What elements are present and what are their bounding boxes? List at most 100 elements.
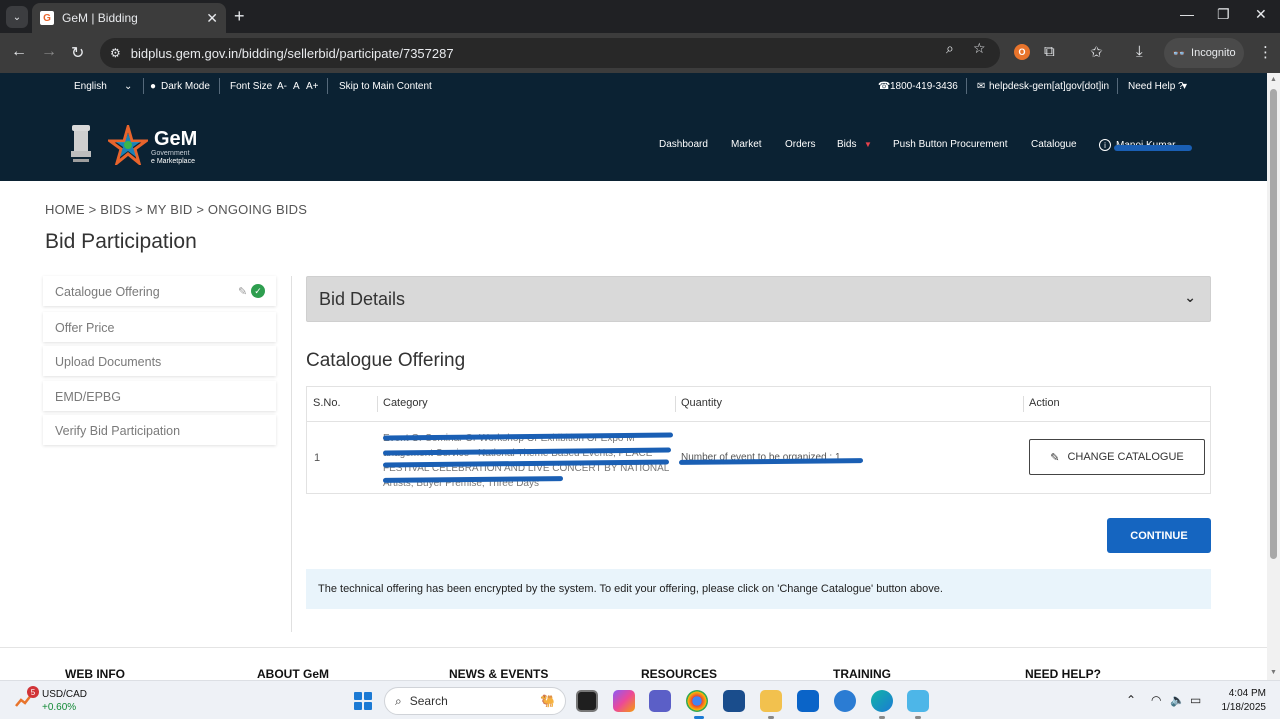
gem-header: English ⌄ ● Dark Mode Font Size A- A A+ … [0, 73, 1267, 181]
outlook-icon[interactable] [797, 690, 819, 712]
encryption-info-message: The technical offering has been encrypte… [306, 569, 1211, 609]
phone-icon: ☎ [878, 81, 891, 92]
check-icon: ✓ [251, 284, 265, 298]
nav-market[interactable]: Market [731, 139, 762, 150]
dark-mode-dot-icon[interactable]: ● [150, 81, 156, 92]
chrome-icon[interactable] [686, 690, 708, 712]
footer-divider [0, 647, 1267, 648]
nav-push-button-procurement[interactable]: Push Button Procurement [893, 139, 1008, 150]
sidebar-item-emd-epbg[interactable]: EMD/EPBG [43, 381, 276, 411]
helpdesk-email[interactable]: helpdesk-gem[at]gov[dot]in [989, 81, 1109, 92]
sidebar-item-verify-bid[interactable]: Verify Bid Participation [43, 415, 276, 445]
user-icon[interactable]: i [1099, 139, 1111, 151]
nav-orders[interactable]: Orders [785, 139, 816, 150]
minimize-icon[interactable]: — [1180, 6, 1194, 22]
scroll-down-icon[interactable]: ▼ [1270, 669, 1277, 676]
forward-arrow-icon[interactable]: → [41, 43, 57, 61]
skip-to-content-link[interactable]: Skip to Main Content [339, 81, 432, 92]
font-increase-button[interactable]: A+ [306, 81, 319, 92]
nav-bids[interactable]: Bids [837, 139, 856, 150]
download-icon[interactable]: ⤓ [1136, 43, 1143, 60]
catalogue-table: S.No. Category Quantity Action 1 Event O… [306, 386, 1211, 494]
browser-tab-bar: ⌄ G GeM | Bidding ✕ + — ❐ ✕ [0, 0, 1280, 33]
browser-tab[interactable]: G GeM | Bidding ✕ [32, 3, 226, 33]
caret-down-icon[interactable]: ▾ [1182, 81, 1187, 92]
row-sno: 1 [314, 452, 321, 464]
edge-icon[interactable] [871, 690, 893, 712]
bookmarks-icon[interactable]: ✩ [1090, 43, 1103, 61]
site-info-icon[interactable]: ⚙ [110, 46, 121, 60]
new-tab-icon[interactable]: + [234, 6, 245, 27]
url-text[interactable]: bidplus.gem.gov.in/bidding/sellerbid/par… [131, 46, 454, 61]
teams-icon[interactable] [649, 690, 671, 712]
tab-search-menu-button[interactable]: ⌄ [6, 6, 28, 28]
safari-like-icon[interactable] [834, 690, 856, 712]
taskbar-time[interactable]: 4:04 PM [1222, 688, 1266, 699]
breadcrumb[interactable]: HOME > BIDS > MY BID > ONGOING BIDS [45, 202, 307, 217]
font-decrease-button[interactable]: A- [277, 81, 287, 92]
battery-icon[interactable]: ▭ [1190, 693, 1201, 707]
font-normal-button[interactable]: A [293, 81, 300, 92]
change-catalogue-button[interactable]: ✎ CHANGE CATALOGUE [1029, 439, 1205, 475]
taskbar-search[interactable]: ⌕ Search 🐫 [384, 687, 566, 715]
search-highlight-icon: 🐫 [540, 694, 555, 708]
back-arrow-icon[interactable]: ← [11, 43, 27, 61]
maximize-icon[interactable]: ❐ [1217, 6, 1230, 23]
footer-training[interactable]: TRAINING [833, 667, 891, 681]
address-bar[interactable]: ⚙ bidplus.gem.gov.in/bidding/sellerbid/p… [100, 38, 1000, 68]
browser-toolbar: ← → ↻ ⚙ bidplus.gem.gov.in/bidding/selle… [0, 33, 1280, 73]
nav-dashboard[interactable]: Dashboard [659, 139, 708, 150]
catalogue-offering-title: Catalogue Offering [306, 350, 466, 371]
dark-mode-toggle[interactable]: Dark Mode [161, 81, 210, 92]
pencil-icon[interactable]: ✎ [238, 285, 247, 298]
scroll-up-icon[interactable]: ▲ [1270, 76, 1277, 83]
scroll-thumb[interactable] [1270, 89, 1277, 559]
bookmark-star-icon[interactable]: ☆ [973, 40, 986, 57]
nav-catalogue[interactable]: Catalogue [1031, 139, 1077, 150]
bids-caret-icon[interactable]: ▼ [864, 140, 872, 149]
pencil-icon: ✎ [1050, 451, 1060, 464]
helpline-phone[interactable]: 1800-419-3436 [890, 81, 958, 92]
zoom-icon[interactable]: ⌕ [946, 40, 954, 57]
reload-icon[interactable]: ↻ [71, 43, 84, 63]
chevron-down-icon[interactable]: ⌄ [124, 81, 132, 92]
copilot-icon[interactable] [613, 690, 635, 712]
change-catalogue-label: CHANGE CATALOGUE [1067, 451, 1184, 463]
need-help-dropdown[interactable]: Need Help ? [1128, 81, 1184, 92]
font-size-label: Font Size [230, 81, 273, 92]
file-explorer-icon[interactable] [760, 690, 782, 712]
store-icon[interactable] [723, 690, 745, 712]
sidebar-item-upload-documents[interactable]: Upload Documents [43, 346, 276, 376]
tab-close-icon[interactable]: ✕ [206, 10, 218, 27]
national-emblem-icon [71, 125, 91, 162]
tray-overflow-icon[interactable]: ⌃ [1126, 693, 1136, 707]
utility-bar: English ⌄ ● Dark Mode Font Size A- A A+ … [0, 73, 1267, 99]
browser-menu-icon[interactable]: ⋮ [1258, 43, 1273, 61]
page-scrollbar[interactable]: ▲ ▼ [1267, 73, 1280, 680]
footer-news-events[interactable]: NEWS & EVENTS [449, 667, 548, 681]
task-view-icon[interactable] [576, 690, 598, 712]
footer-about-gem[interactable]: ABOUT GeM [257, 667, 329, 681]
search-icon: ⌕ [395, 693, 402, 708]
chevron-down-icon[interactable]: ⌄ [1184, 289, 1196, 306]
sidebar-item-offer-price[interactable]: Offer Price [43, 312, 276, 342]
extension-o-icon[interactable]: O [1014, 44, 1030, 60]
continue-button[interactable]: CONTINUE [1107, 518, 1211, 553]
windows-start-icon[interactable] [354, 692, 372, 710]
wifi-icon[interactable]: ◠ [1151, 693, 1161, 707]
mail-icon: ✉ [977, 81, 986, 92]
logo-gem-text: GeM [154, 128, 198, 150]
redaction-mark [678, 458, 864, 465]
incognito-indicator[interactable]: 👓 Incognito [1164, 38, 1244, 68]
footer-resources[interactable]: RESOURCES [641, 667, 717, 681]
bid-details-accordion[interactable]: Bid Details ⌄ [306, 276, 1211, 322]
window-close-icon[interactable]: ✕ [1255, 6, 1267, 23]
widget-title[interactable]: USD/CAD [42, 689, 87, 700]
volume-icon[interactable]: 🔈 [1170, 693, 1185, 707]
extensions-puzzle-icon[interactable]: ⧉ [1044, 43, 1055, 60]
taskbar-date[interactable]: 1/18/2025 [1212, 702, 1267, 713]
app-icon[interactable] [907, 690, 929, 712]
footer-need-help[interactable]: NEED HELP? [1025, 667, 1101, 681]
footer-web-info[interactable]: WEB INFO [65, 667, 125, 681]
language-select[interactable]: English [74, 81, 107, 92]
